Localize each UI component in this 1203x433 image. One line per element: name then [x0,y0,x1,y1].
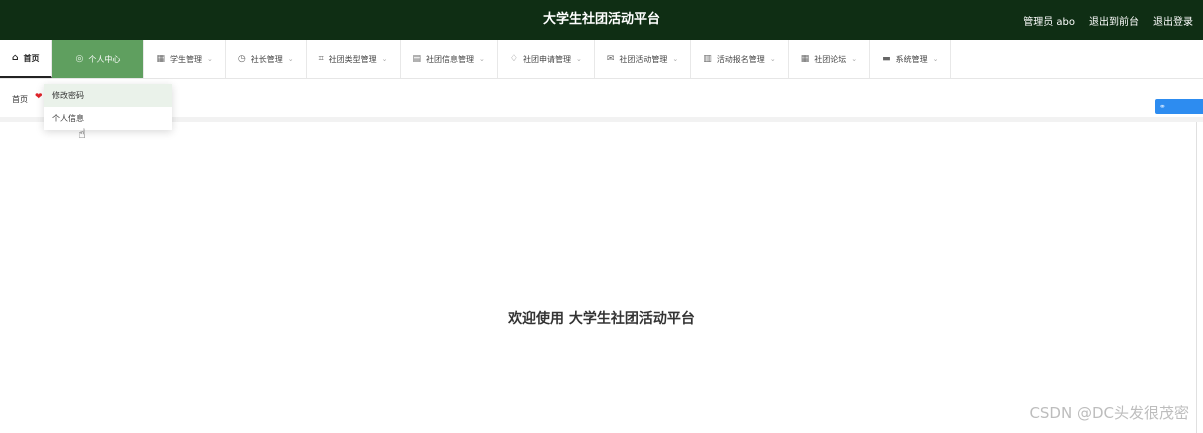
logout-link[interactable]: 退出登录 [1153,13,1193,28]
dropdown-item-change-password[interactable]: 修改密码 [44,84,172,107]
nav-label: 社团信息管理 [426,54,475,64]
main-nav: ⌂ 首页 ◎ 个人中心 ▦ 学生管理 ⌄ ◷ 社长管理 ⌄ ⌗ 社团类型管理 ⌄… [0,40,1203,79]
current-user: 管理员 abo [1023,16,1075,28]
nav-student-management[interactable]: ▦ 学生管理 ⌄ [144,40,226,78]
document-icon: ▤ [412,54,422,64]
chevron-down-icon: ⌄ [479,55,485,63]
nav-home-label: 首页 [23,53,40,63]
theme-toggle-button[interactable]: ⚭ [1155,99,1203,114]
home-icon: ⌂ [12,53,19,63]
grid-icon: ▦ [156,54,165,64]
nav-system-management[interactable]: ▬ 系统管理 ⌄ [870,40,952,78]
nav-label: 社团申请管理 [523,54,571,64]
nav-home[interactable]: ⌂ 首页 [0,40,53,78]
monitor-icon: ▬ [882,54,891,64]
top-header: 大学生社团活动平台 管理员 abo 退出到前台 退出登录 [0,0,1203,40]
tags-bar: 首页 ❤ ⚭ [0,79,1203,122]
nav-label: 社团论坛 [814,54,847,64]
nav-label: 社团类型管理 [328,54,377,64]
chart-icon: ▥ [703,54,712,64]
chevron-down-icon: ⌄ [769,55,776,63]
nav-label: 社团活动管理 [619,54,668,64]
exit-to-front-link[interactable]: 退出到前台 [1089,13,1139,28]
chevron-down-icon: ⌄ [672,55,679,63]
nav-club-application-management[interactable]: ♢ 社团申请管理 ⌄ [498,40,595,78]
chevron-down-icon: ⌄ [932,55,939,63]
nav-personal-center[interactable]: ◎ 个人中心 [52,40,145,78]
user-icon: ◎ [75,54,84,64]
nav-president-management[interactable]: ◷ 社长管理 ⌄ [226,40,307,78]
chevron-down-icon: ⌄ [381,55,388,63]
header-actions: 管理员 abo 退出到前台 退出登录 [1023,0,1193,40]
nav-activity-signup-management[interactable]: ▥ 活动报名管理 ⌄ [691,40,789,78]
nav-label: 活动报名管理 [716,54,765,64]
crop-icon: ⌗ [318,54,324,64]
nav-club-activity-management[interactable]: ✉ 社团活动管理 ⌄ [595,40,692,78]
heart-icon: ❤ [35,92,43,102]
share-icon: ⚭ [1159,102,1166,111]
nav-club-info-management[interactable]: ▤ 社团信息管理 ⌄ [401,40,498,78]
chevron-down-icon: ⌄ [576,55,582,63]
nav-club-type-management[interactable]: ⌗ 社团类型管理 ⌄ [307,40,401,78]
watermark: CSDN @DC头发很茂密 [1029,404,1189,422]
clock-icon: ◷ [237,54,246,64]
scrollbar[interactable] [1196,122,1197,433]
personal-center-dropdown: 修改密码 个人信息 [44,84,172,130]
tag-home[interactable]: 首页 [12,94,28,105]
welcome-message: 欢迎使用 大学生社团活动平台 [508,311,695,327]
nav-personal-center-label: 个人中心 [88,54,121,64]
chevron-down-icon: ⌄ [206,55,213,63]
hand-pointer-icon: ☝ [78,127,86,142]
nav-label: 学生管理 [169,54,202,64]
nav-label: 社长管理 [250,54,283,64]
nav-club-forum[interactable]: ▦ 社团论坛 ⌄ [789,40,871,78]
chevron-down-icon: ⌄ [287,55,294,63]
nav-label: 系统管理 [895,54,928,64]
mail-icon: ✉ [606,54,615,64]
chevron-down-icon: ⌄ [851,55,858,63]
table-icon: ▦ [800,54,810,64]
bell-icon: ♢ [509,54,518,64]
dropdown-item-personal-info[interactable]: 个人信息 [44,107,172,130]
